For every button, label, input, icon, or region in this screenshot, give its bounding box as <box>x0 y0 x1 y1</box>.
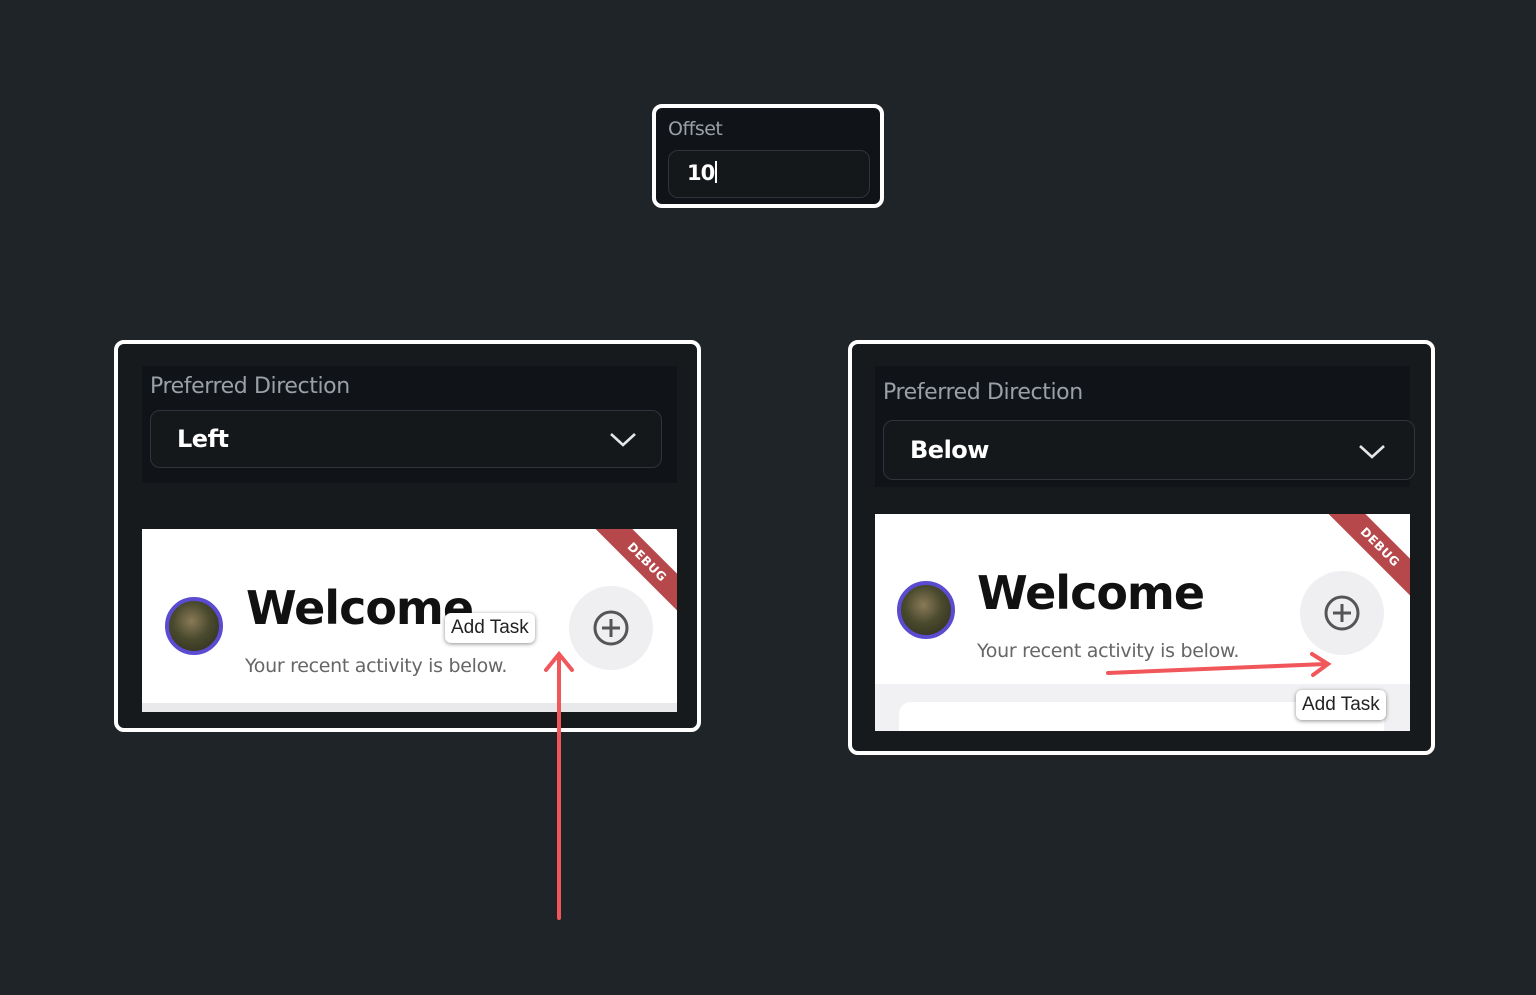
arrow-up-annotation <box>544 650 574 920</box>
annotation-arrows <box>544 650 1332 920</box>
arrow-right-annotation <box>1106 652 1332 677</box>
